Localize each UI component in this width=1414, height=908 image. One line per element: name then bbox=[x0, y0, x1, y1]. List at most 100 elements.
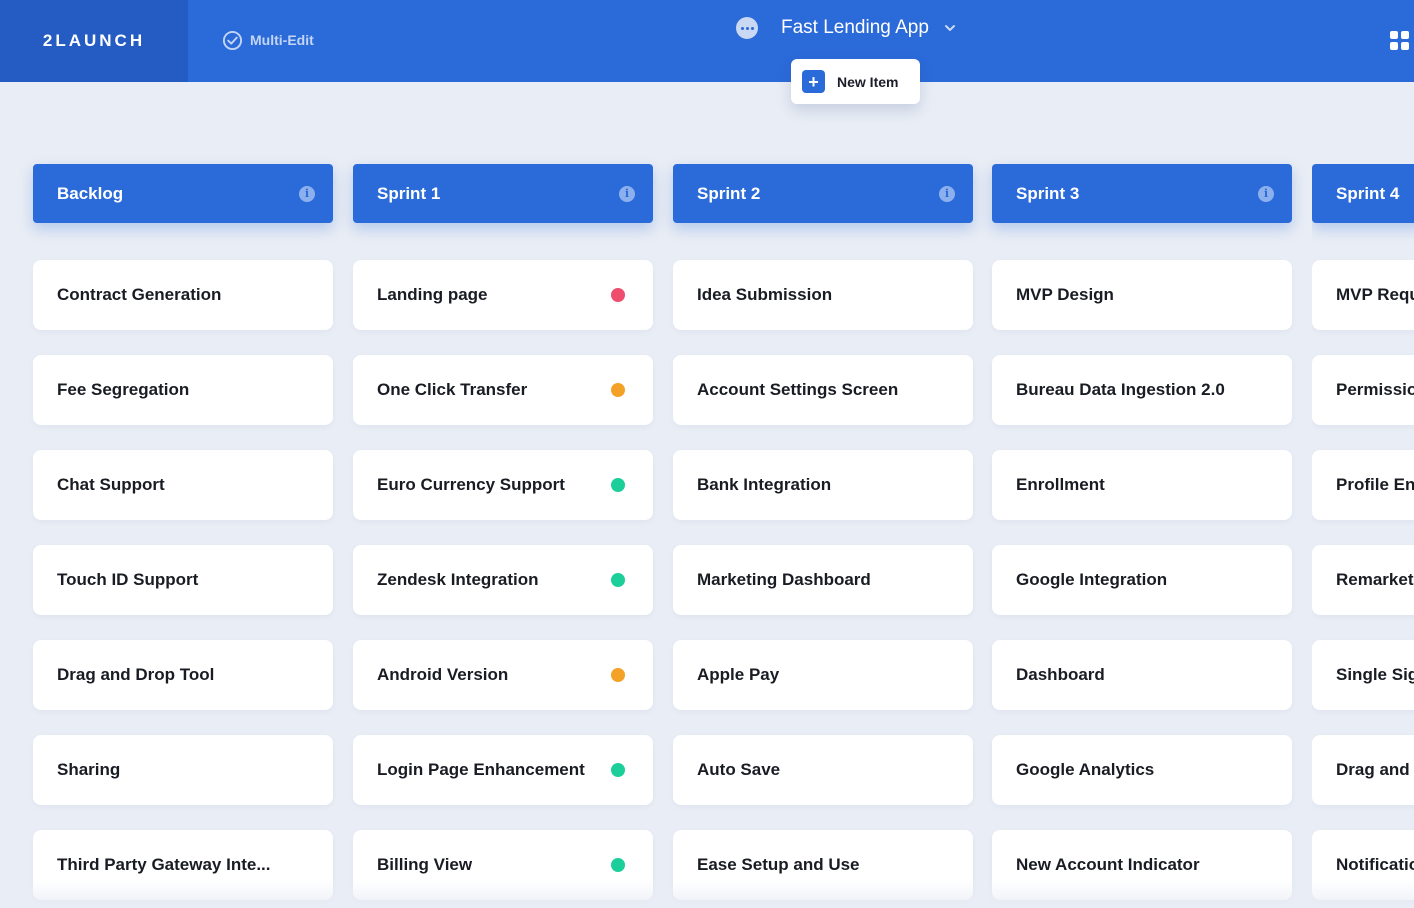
card[interactable]: Landing page bbox=[353, 260, 653, 330]
logo[interactable]: 2LAUNCH bbox=[0, 0, 188, 82]
card[interactable]: Permissio bbox=[1312, 355, 1414, 425]
status-dot bbox=[611, 288, 625, 302]
card[interactable]: Login Page Enhancement bbox=[353, 735, 653, 805]
card-title: Contract Generation bbox=[57, 285, 222, 304]
card[interactable]: Drag and bbox=[1312, 735, 1414, 805]
column-sprint-2: Sprint 2 i Idea Submission Account Setti… bbox=[673, 164, 973, 900]
card[interactable]: Third Party Gateway Inte... bbox=[33, 830, 333, 900]
card-title: Touch ID Support bbox=[57, 570, 199, 589]
column-sprint-4: Sprint 4 i MVP Requ Permissio Profile En… bbox=[1312, 164, 1414, 908]
card[interactable]: Contract Generation bbox=[33, 260, 333, 330]
status-dot bbox=[611, 858, 625, 872]
column-title: Sprint 3 bbox=[1016, 183, 1080, 203]
card-title: Dashboard bbox=[1016, 665, 1105, 684]
card-title: MVP Design bbox=[1016, 285, 1114, 304]
card[interactable]: Single Sig bbox=[1312, 640, 1414, 710]
card[interactable]: Profile En bbox=[1312, 450, 1414, 520]
column-title: Sprint 2 bbox=[697, 183, 761, 203]
more-icon[interactable] bbox=[736, 17, 758, 39]
status-dot bbox=[611, 573, 625, 587]
card[interactable]: Ease Setup and Use bbox=[673, 830, 973, 900]
card[interactable]: One Click Transfer bbox=[353, 355, 653, 425]
card[interactable]: New Account Indicator bbox=[992, 830, 1292, 900]
card-title: Enrollment bbox=[1016, 475, 1105, 494]
card-title: Drag and Drop Tool bbox=[57, 665, 215, 684]
new-item-label: New Item bbox=[837, 73, 899, 90]
info-icon[interactable]: i bbox=[939, 185, 955, 202]
card[interactable]: MVP Design bbox=[992, 260, 1292, 330]
card-title: Ease Setup and Use bbox=[697, 855, 860, 874]
card-title: Euro Currency Support bbox=[377, 475, 565, 494]
card[interactable]: Marketing Dashboard bbox=[673, 545, 973, 615]
card-title: Auto Save bbox=[697, 760, 781, 779]
card-title: Marketing Dashboard bbox=[697, 570, 871, 589]
card-title: Remarketi bbox=[1336, 570, 1414, 589]
new-item-button[interactable]: + New Item bbox=[791, 59, 920, 104]
card-title: Landing page bbox=[377, 285, 488, 304]
info-icon[interactable]: i bbox=[299, 185, 315, 202]
card[interactable]: Google Integration bbox=[992, 545, 1292, 615]
multi-edit-button[interactable]: Multi-Edit bbox=[222, 29, 314, 51]
card-title: One Click Transfer bbox=[377, 380, 528, 399]
card[interactable]: Zendesk Integration bbox=[353, 545, 653, 615]
card-title: Notificatio bbox=[1336, 855, 1414, 874]
card[interactable]: Fee Segregation bbox=[33, 355, 333, 425]
card-title: Permissio bbox=[1336, 380, 1414, 399]
card[interactable]: Apple Pay bbox=[673, 640, 973, 710]
app-switcher[interactable]: Fast Lending App bbox=[736, 14, 957, 42]
column-header[interactable]: Sprint 3 i bbox=[992, 164, 1292, 223]
column-title: Backlog bbox=[57, 183, 124, 203]
card[interactable]: Billing View bbox=[353, 830, 653, 900]
card[interactable]: Auto Save bbox=[673, 735, 973, 805]
check-circle-icon bbox=[222, 30, 243, 50]
column-sprint-3: Sprint 3 i MVP Design Bureau Data Ingest… bbox=[992, 164, 1292, 900]
chevron-down-icon[interactable] bbox=[943, 21, 957, 35]
card-title: New Account Indicator bbox=[1016, 855, 1200, 874]
card-title: Fee Segregation bbox=[57, 380, 190, 399]
card[interactable]: MVP Requ bbox=[1312, 260, 1414, 330]
column-backlog: Backlog i Contract Generation Fee Segreg… bbox=[33, 164, 333, 900]
card[interactable]: Touch ID Support bbox=[33, 545, 333, 615]
status-dot bbox=[611, 478, 625, 492]
card-title: Google Integration bbox=[1016, 570, 1168, 589]
card[interactable]: Account Settings Screen bbox=[673, 355, 973, 425]
card-title: Google Analytics bbox=[1016, 760, 1155, 779]
card-title: Drag and bbox=[1336, 760, 1410, 779]
info-icon[interactable]: i bbox=[619, 185, 635, 202]
card-title: Third Party Gateway Inte... bbox=[57, 855, 271, 874]
card-title: Bank Integration bbox=[697, 475, 832, 494]
card-title: Apple Pay bbox=[697, 665, 780, 684]
card[interactable]: Android Version bbox=[353, 640, 653, 710]
card-title: Chat Support bbox=[57, 475, 165, 494]
card[interactable]: Euro Currency Support bbox=[353, 450, 653, 520]
card-title: Profile En bbox=[1336, 475, 1414, 494]
multi-edit-label: Multi-Edit bbox=[250, 32, 314, 48]
card[interactable]: Google Analytics bbox=[992, 735, 1292, 805]
app-title: Fast Lending App bbox=[781, 17, 929, 38]
card[interactable]: Enrollment bbox=[992, 450, 1292, 520]
card-title: Sharing bbox=[57, 760, 121, 779]
card-title: Zendesk Integration bbox=[377, 570, 539, 589]
card[interactable]: Bureau Data Ingestion 2.0 bbox=[992, 355, 1292, 425]
card[interactable]: Remarketi bbox=[1312, 545, 1414, 615]
column-title: Sprint 4 bbox=[1336, 183, 1400, 203]
status-dot bbox=[611, 668, 625, 682]
apps-grid-icon[interactable] bbox=[1390, 31, 1414, 51]
column-header[interactable]: Sprint 1 i bbox=[353, 164, 653, 223]
info-icon[interactable]: i bbox=[1258, 185, 1274, 202]
card[interactable]: Drag and Drop Tool bbox=[33, 640, 333, 710]
card[interactable]: Notificatio bbox=[1312, 830, 1414, 900]
status-dot bbox=[611, 383, 625, 397]
card[interactable]: Sharing bbox=[33, 735, 333, 805]
column-header[interactable]: Sprint 4 i bbox=[1312, 164, 1414, 223]
card-title: Idea Submission bbox=[697, 285, 833, 304]
card[interactable]: Chat Support bbox=[33, 450, 333, 520]
card[interactable]: Idea Submission bbox=[673, 260, 973, 330]
card[interactable]: Dashboard bbox=[992, 640, 1292, 710]
card[interactable]: Bank Integration bbox=[673, 450, 973, 520]
column-header[interactable]: Backlog i bbox=[33, 164, 333, 223]
card-title: Android Version bbox=[377, 665, 509, 684]
card-title: Bureau Data Ingestion 2.0 bbox=[1016, 380, 1225, 399]
column-header[interactable]: Sprint 2 i bbox=[673, 164, 973, 223]
card-title: Billing View bbox=[377, 855, 473, 874]
